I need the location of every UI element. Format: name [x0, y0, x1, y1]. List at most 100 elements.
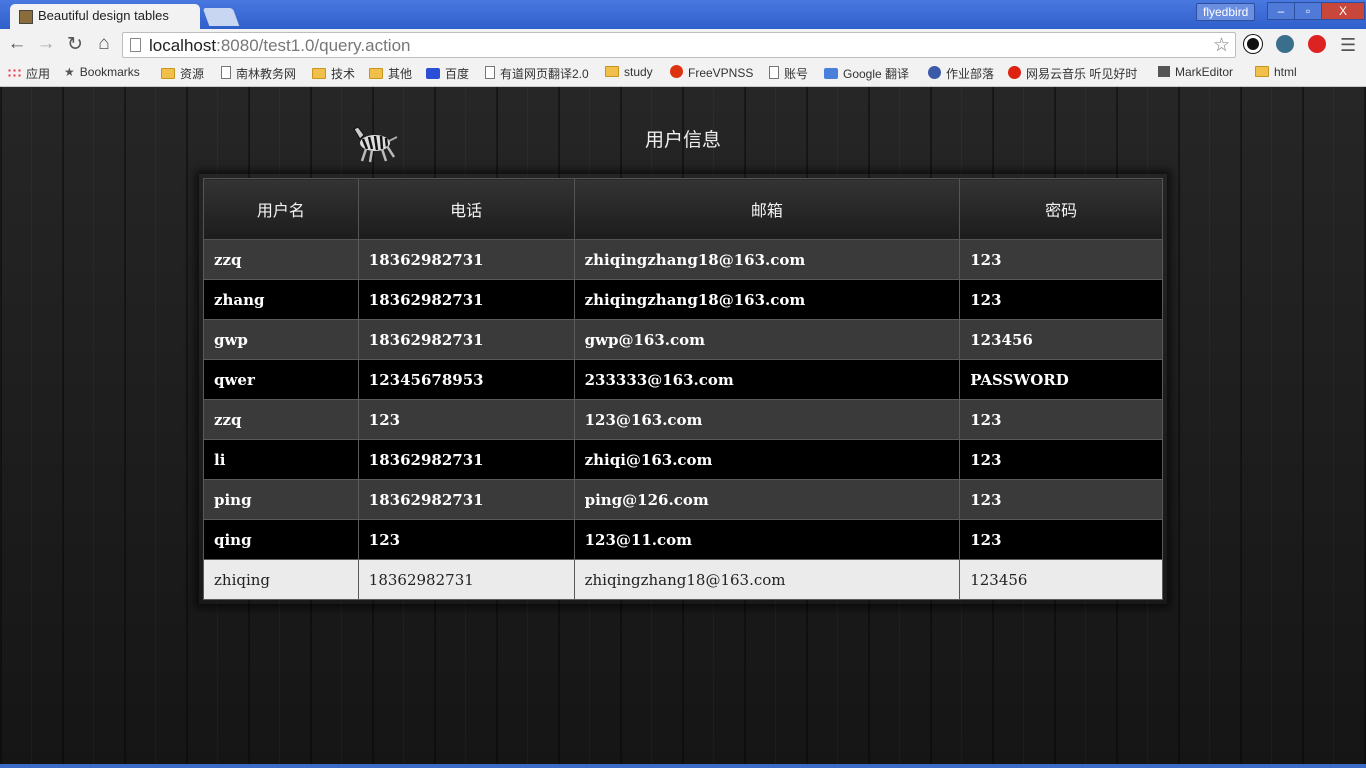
user-table-container: 用户名 电话 邮箱 密码 zzq 18362982731 zhiqingzhan…: [199, 174, 1167, 604]
table-row: gwp 18362982731 gwp@163.com 123456: [203, 319, 1163, 360]
cell-username: zzq: [203, 239, 359, 280]
back-arrow-icon[interactable]: ←: [5, 33, 29, 55]
bookmark-account[interactable]: 账号: [769, 65, 808, 82]
cell-username: zzq: [203, 399, 359, 440]
cell-phone: 18362982731: [357, 559, 575, 600]
cell-email: zhiqingzhang18@163.com: [573, 239, 961, 280]
maximize-button[interactable]: ▫: [1294, 2, 1322, 20]
table-row: zzq 123 123@163.com 123: [203, 399, 1163, 440]
folder-icon: [312, 68, 326, 79]
p-logo-icon: [670, 65, 683, 78]
cell-password: PASSWORD: [959, 359, 1163, 400]
bookmark-freevpnss[interactable]: FreeVPNSS: [670, 65, 753, 80]
markeditor-icon: [1158, 66, 1170, 77]
header-username: 用户名: [203, 178, 359, 240]
header-password: 密码: [959, 178, 1163, 240]
bookmark-apps[interactable]: 应用: [7, 65, 50, 82]
page-icon: [485, 66, 495, 79]
page-icon: [221, 66, 231, 79]
browser-tab[interactable]: Beautiful design tables: [10, 4, 200, 29]
tab-title: Beautiful design tables: [38, 8, 169, 23]
url-text: localhost:8080/test1.0/query.action: [149, 36, 411, 55]
baidu-icon: [426, 68, 440, 79]
cell-phone: 18362982731: [357, 319, 575, 360]
new-tab-button[interactable]: [202, 8, 240, 26]
bookmark-folder-resources[interactable]: 资源: [161, 65, 204, 82]
cell-email: 233333@163.com: [573, 359, 961, 400]
cell-email: zhiqingzhang18@163.com: [573, 559, 961, 600]
folder-icon: [605, 66, 619, 77]
table-row: ping 18362982731 ping@126.com 123: [203, 479, 1163, 520]
cell-email: 123@163.com: [573, 399, 961, 440]
cell-phone: 123: [357, 519, 575, 560]
cell-password: 123: [959, 479, 1163, 520]
apps-grid-icon: [7, 68, 21, 79]
header-email: 邮箱: [573, 178, 961, 240]
extension-e-icon[interactable]: [1276, 35, 1294, 53]
table-row-highlighted: zhiqing 18362982731 zhiqingzhang18@163.c…: [203, 559, 1163, 600]
bookmark-markeditor[interactable]: MarkEditor: [1158, 65, 1233, 79]
adblock-plus-icon[interactable]: [1308, 35, 1326, 53]
cell-email: zhiqi@163.com: [573, 439, 961, 480]
menu-icon[interactable]: ☰: [1340, 35, 1356, 56]
cell-phone: 18362982731: [357, 439, 575, 480]
table-row: qwer 12345678953 233333@163.com PASSWORD: [203, 359, 1163, 400]
page-content: 用户信息 用户名 电话 邮箱 密码 zzq 18362982731 zhiqin…: [0, 87, 1366, 768]
table-row: qing 123 123@11.com 123: [203, 519, 1163, 560]
bookmark-baidu[interactable]: 百度: [426, 65, 469, 82]
bookmark-google-translate[interactable]: Google 翻译: [824, 65, 909, 82]
reload-icon[interactable]: ↻: [63, 33, 87, 56]
bookmarks-bar: 应用 ★ Bookmarks 资源 南林教务网 技术 其他 百度 有道网页翻译2.…: [0, 61, 1366, 87]
cell-email: zhiqingzhang18@163.com: [573, 279, 961, 320]
cell-phone: 18362982731: [357, 279, 575, 320]
cell-username: li: [203, 439, 359, 480]
cell-password: 123: [959, 439, 1163, 480]
user-table: 用户名 电话 邮箱 密码 zzq 18362982731 zhiqingzhan…: [203, 178, 1163, 600]
forward-arrow-icon[interactable]: →: [34, 33, 58, 55]
bookmark-folder-study[interactable]: study: [605, 65, 653, 79]
star-icon: ★: [64, 65, 75, 79]
cell-username: zhang: [203, 279, 359, 320]
address-bar[interactable]: localhost:8080/test1.0/query.action ☆: [122, 32, 1236, 58]
cell-phone: 18362982731: [357, 479, 575, 520]
bookmark-bookmarks[interactable]: ★ Bookmarks: [64, 65, 140, 79]
zybl-icon: [928, 66, 941, 79]
tab-favicon-icon: [19, 10, 33, 24]
folder-icon: [161, 68, 175, 79]
cell-username: qing: [203, 519, 359, 560]
browser-title-bar: Beautiful design tables flyedbird – ▫ X: [0, 0, 1366, 29]
cell-password: 123: [959, 239, 1163, 280]
minimize-button[interactable]: –: [1267, 2, 1295, 20]
bookmark-folder-html[interactable]: html: [1255, 65, 1297, 79]
bookmark-netease-music[interactable]: 网易云音乐 听见好时: [1008, 65, 1146, 82]
page-icon: [130, 38, 141, 52]
cell-password: 123456: [959, 559, 1163, 600]
table-row: zzq 18362982731 zhiqingzhang18@163.com 1…: [203, 239, 1163, 280]
profile-button[interactable]: flyedbird: [1196, 3, 1256, 21]
cell-phone: 123: [357, 399, 575, 440]
cell-password: 123: [959, 279, 1163, 320]
cell-username: ping: [203, 479, 359, 520]
extension-circle-icon[interactable]: [1244, 35, 1262, 53]
page-icon: [769, 66, 779, 79]
taskbar-edge: [0, 764, 1366, 768]
home-icon[interactable]: ⌂: [92, 33, 116, 55]
bookmark-folder-tech[interactable]: 技术: [312, 65, 355, 82]
page-title: 用户信息: [644, 129, 721, 151]
cell-password: 123: [959, 519, 1163, 560]
cell-username: qwer: [203, 359, 359, 400]
cell-phone: 12345678953: [357, 359, 575, 400]
folder-icon: [1255, 66, 1269, 77]
table-row: zhang 18362982731 zhiqingzhang18@163.com…: [203, 279, 1163, 320]
table-header-row: 用户名 电话 邮箱 密码: [203, 178, 1163, 240]
bookmark-youdao[interactable]: 有道网页翻译2.0: [485, 65, 589, 82]
bookmark-zybl[interactable]: 作业部落: [928, 65, 994, 82]
close-window-button[interactable]: X: [1321, 2, 1365, 20]
bookmark-nanlin[interactable]: 南林教务网: [221, 65, 296, 82]
netease-icon: [1008, 66, 1021, 79]
cell-username: gwp: [203, 319, 359, 360]
browser-toolbar: ← → ↻ ⌂ localhost:8080/test1.0/query.act…: [0, 29, 1366, 61]
bookmark-star-icon[interactable]: ☆: [1213, 34, 1230, 57]
cell-phone: 18362982731: [357, 239, 575, 280]
bookmark-folder-other[interactable]: 其他: [369, 65, 412, 82]
